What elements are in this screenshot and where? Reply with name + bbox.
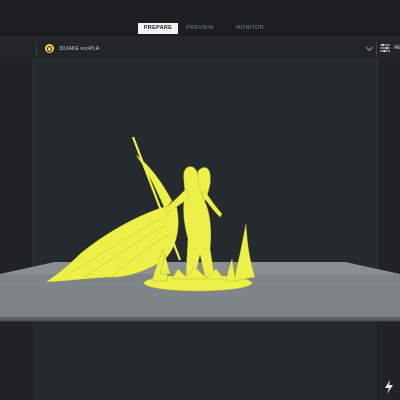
3d-viewport[interactable] bbox=[0, 59, 400, 400]
toolbar-divider bbox=[376, 41, 377, 56]
build-volume-scene[interactable] bbox=[0, 59, 400, 400]
stage-tabs: PREPARE PREVIEW MONITOR bbox=[138, 23, 272, 34]
tab-monitor[interactable]: MONITOR bbox=[228, 23, 272, 34]
tab-preview[interactable]: PREVIEW bbox=[180, 23, 220, 34]
chevron-down-icon[interactable] bbox=[365, 43, 374, 52]
model-spikes bbox=[233, 223, 256, 282]
toolbar-divider bbox=[36, 41, 37, 56]
material-label: 3DJAKE ecoPLA bbox=[59, 45, 100, 52]
sliders-icon[interactable] bbox=[380, 43, 390, 53]
filament-spool-icon[interactable] bbox=[45, 44, 54, 53]
tab-prepare[interactable]: PREPARE bbox=[138, 23, 178, 34]
top-bar: PREPARE PREVIEW MONITOR bbox=[0, 0, 400, 37]
print-settings-label[interactable]: AE bbox=[394, 45, 400, 51]
lightning-bolt-icon[interactable] bbox=[384, 380, 394, 394]
material-selector[interactable]: 3DJAKE ecoPLA bbox=[45, 43, 99, 54]
print-setup-bar: 3DJAKE ecoPLA AE bbox=[0, 37, 400, 60]
build-plate-edge bbox=[0, 317, 400, 321]
